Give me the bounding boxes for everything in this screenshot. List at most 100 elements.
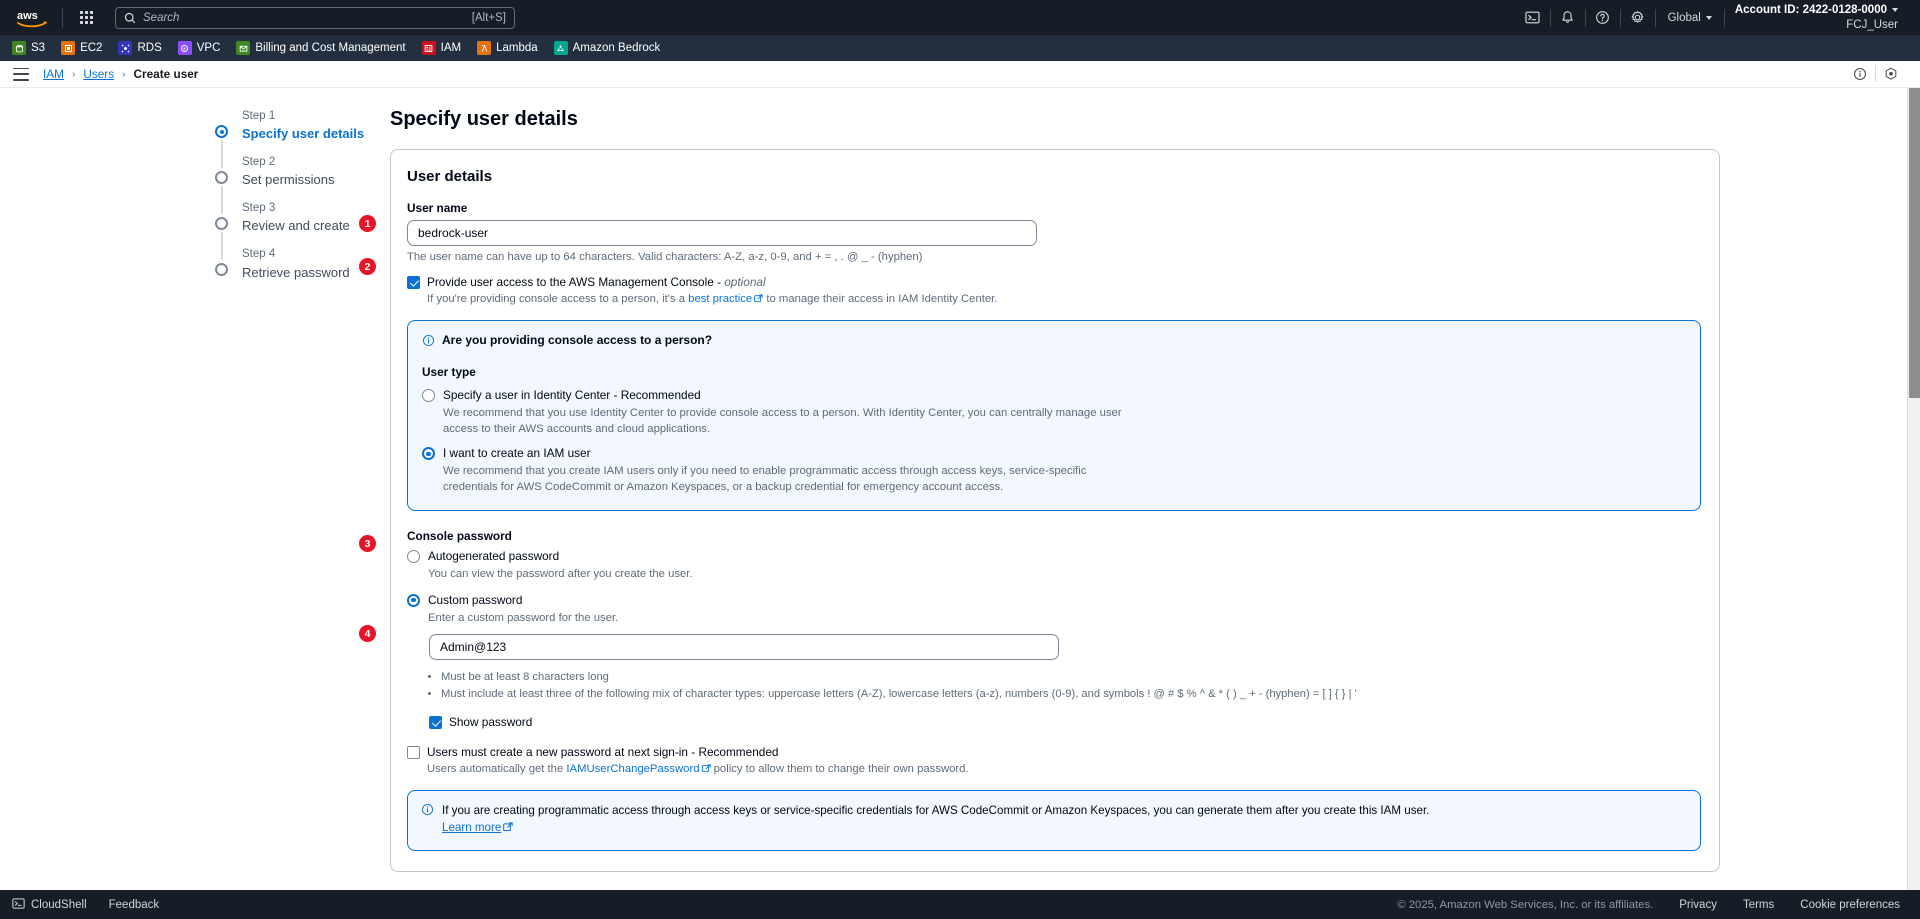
- footer-privacy-link[interactable]: Privacy: [1679, 899, 1717, 911]
- learn-more-link[interactable]: Learn more: [442, 821, 501, 834]
- step-indicator-icon: [215, 171, 228, 185]
- service-label: IAM: [440, 42, 462, 54]
- card-title: User details: [407, 168, 493, 185]
- footer-cloudshell-button[interactable]: CloudShell: [12, 897, 87, 913]
- global-search[interactable]: [Alt+S]: [115, 6, 515, 29]
- svg-text:aws: aws: [17, 10, 38, 22]
- breadcrumb-separator-icon: ›: [71, 68, 76, 80]
- info-icon[interactable]: [1845, 62, 1875, 86]
- step-name: Specify user details: [242, 126, 365, 142]
- service-shortcut-lambda[interactable]: Lambda: [477, 41, 538, 55]
- console-access-hint: If you're providing console access to a …: [427, 293, 997, 306]
- info-icon: [421, 803, 434, 821]
- footer-feedback-link[interactable]: Feedback: [109, 899, 160, 911]
- cloudshell-icon[interactable]: [1516, 0, 1550, 35]
- username-input[interactable]: [407, 220, 1037, 246]
- option-description: Enter a custom password for the user.: [428, 611, 619, 624]
- service-label: S3: [31, 42, 46, 54]
- hint-prefix: Users automatically get the: [427, 762, 567, 775]
- console-access-label-text: Provide user access to the AWS Managemen…: [427, 275, 725, 289]
- step-indicator-icon: [215, 125, 228, 138]
- external-link-icon: [754, 294, 763, 306]
- support-icon[interactable]: [1876, 62, 1906, 86]
- services-waffle-icon[interactable]: [73, 5, 99, 31]
- option-label: Specify a user in Identity Center - Reco…: [443, 387, 701, 402]
- breadcrumb-item-iam[interactable]: IAM: [43, 67, 64, 81]
- billing-icon: [236, 41, 251, 55]
- breadcrumb-actions: [1845, 62, 1906, 86]
- service-shortcut-bedrock[interactable]: Amazon Bedrock: [553, 41, 660, 55]
- region-selector[interactable]: Global: [1656, 0, 1724, 35]
- vpc-icon: [177, 41, 192, 55]
- annotation-badge-3: 3: [359, 535, 376, 552]
- custom-password-radio[interactable]: [407, 593, 420, 607]
- breadcrumb: IAM › Users › Create user: [43, 67, 198, 81]
- option-description: We recommend that you create IAM users o…: [443, 465, 1087, 494]
- username-hint: The user name can have up to 64 characte…: [407, 251, 923, 263]
- service-label: EC2: [80, 42, 103, 54]
- page-scrollbar[interactable]: [1907, 88, 1920, 890]
- wizard-content: Specify user details User details 1 User…: [359, 108, 1920, 872]
- user-type-infobox: Are you providing console access to a pe…: [407, 319, 1701, 512]
- next-signin-row: Users must create a new password at next…: [407, 745, 1701, 776]
- iam-change-password-policy-link[interactable]: IAMUserChangePassword: [566, 763, 699, 775]
- service-label: VPC: [196, 42, 221, 54]
- console-access-checkbox[interactable]: [407, 276, 420, 289]
- scrollbar-thumb[interactable]: [1909, 88, 1920, 398]
- aws-logo[interactable]: aws: [12, 8, 52, 28]
- service-shortcut-iam[interactable]: IAM: [421, 41, 462, 55]
- settings-gear-icon[interactable]: [1621, 0, 1655, 35]
- service-shortcut-rds[interactable]: RDS: [118, 41, 162, 55]
- footer-copyright: © 2025, Amazon Web Services, Inc. or its…: [1397, 898, 1654, 911]
- external-link-icon: [503, 820, 513, 837]
- cloudshell-icon: [12, 897, 25, 913]
- info-icon: [422, 334, 435, 352]
- option-label: Autogenerated password: [428, 549, 560, 564]
- custom-password-input[interactable]: [429, 634, 1059, 661]
- best-practice-link[interactable]: best practice: [688, 293, 752, 305]
- footer-terms-link[interactable]: Terms: [1743, 899, 1774, 911]
- service-shortcut-billing[interactable]: Billing and Cost Management: [236, 41, 406, 55]
- breadcrumb-separator-icon: ›: [122, 68, 126, 80]
- annotation-badge-2: 2: [359, 258, 376, 275]
- ec2-icon: [61, 41, 76, 55]
- search-icon: [124, 12, 136, 24]
- region-label: Global: [1667, 11, 1701, 24]
- user-type-option-iam-user[interactable]: I want to create an IAM user We recommen…: [422, 446, 1686, 496]
- top-navigation-bar: aws [Alt+S] Global: [0, 0, 1920, 35]
- breadcrumb-item-users[interactable]: Users: [83, 67, 114, 81]
- search-input[interactable]: [143, 11, 465, 24]
- footer-left-group: CloudShell Feedback: [12, 897, 159, 913]
- next-signin-label: Users must create a new password at next…: [427, 745, 779, 759]
- password-option-autogenerated[interactable]: Autogenerated password You can view the …: [407, 549, 1701, 583]
- password-option-custom[interactable]: Custom password Enter a custom password …: [407, 593, 1701, 627]
- wizard-step-2[interactable]: Step 2 Set permissions: [215, 154, 390, 215]
- user-type-option-identity-center[interactable]: Specify a user in Identity Center - Reco…: [422, 388, 1686, 438]
- next-signin-checkbox[interactable]: [407, 746, 420, 759]
- bedrock-icon: [553, 41, 568, 55]
- option-label: Custom password: [428, 592, 523, 607]
- service-shortcut-ec2[interactable]: EC2: [61, 41, 102, 55]
- footer-cookie-preferences-link[interactable]: Cookie preferences: [1800, 899, 1900, 911]
- identity-center-radio[interactable]: [422, 388, 435, 402]
- service-label: Billing and Cost Management: [255, 42, 406, 54]
- notifications-bell-icon[interactable]: [1551, 0, 1585, 35]
- option-label: I want to create an IAM user: [443, 446, 591, 461]
- show-password-checkbox[interactable]: [429, 716, 442, 730]
- help-icon[interactable]: [1586, 0, 1620, 35]
- lambda-icon: [477, 41, 492, 55]
- account-menu[interactable]: Account ID: 2422-0128-0000 FCJ_User: [1725, 3, 1910, 32]
- hint-prefix: If you're providing console access to a …: [427, 292, 689, 305]
- main-content-area: Step 1 Specify user details Step 2 Set p…: [0, 88, 1920, 890]
- menu-hamburger-icon[interactable]: [13, 67, 29, 81]
- service-shortcut-vpc[interactable]: VPC: [177, 41, 221, 55]
- service-shortcut-s3[interactable]: S3: [12, 41, 45, 55]
- requirement-item: Must be at least 8 characters long: [441, 669, 1701, 686]
- service-label: RDS: [137, 42, 162, 54]
- user-details-card: User details 1 User name The user name c…: [359, 149, 1720, 872]
- autogenerated-password-radio[interactable]: [407, 550, 420, 564]
- annotation-badge-1: 1: [359, 215, 376, 232]
- iam-user-radio[interactable]: [422, 447, 435, 461]
- wizard-step-1[interactable]: Step 1 Specify user details: [215, 108, 390, 168]
- infobox-text-block: If you are creating programmatic access …: [442, 802, 1429, 838]
